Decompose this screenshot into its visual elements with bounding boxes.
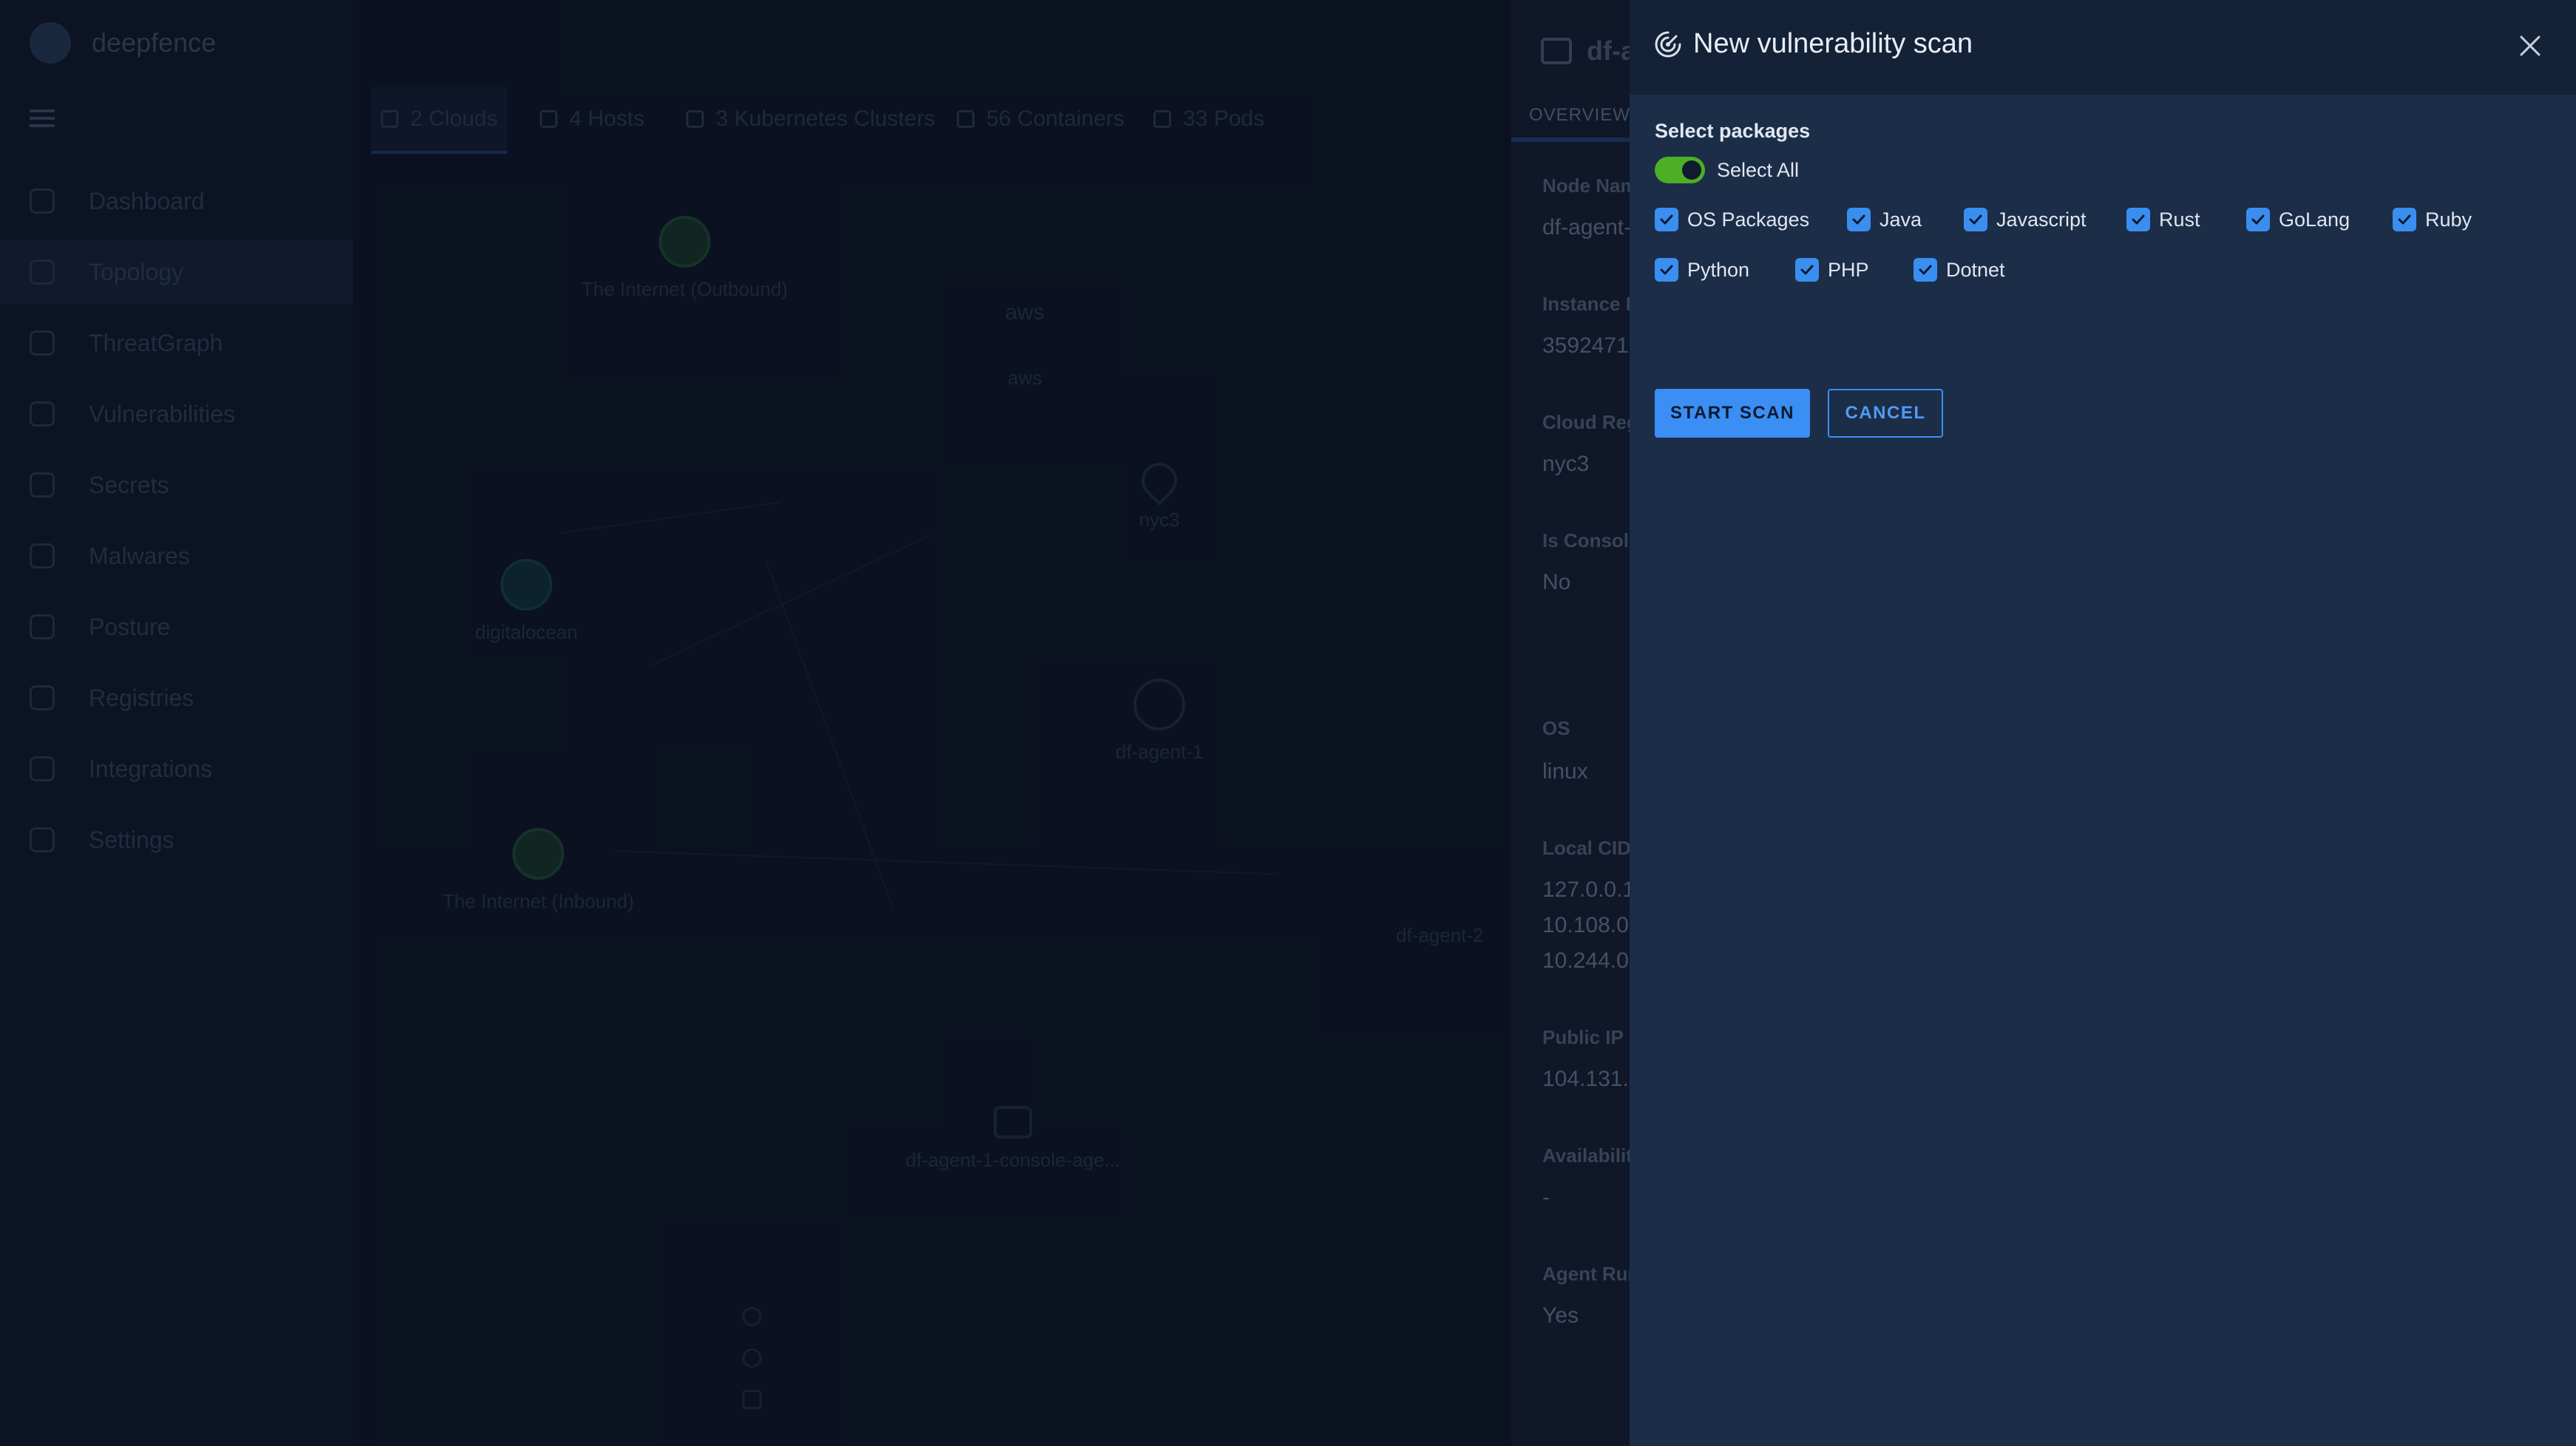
- checkmark-icon: [1655, 208, 1678, 231]
- checkbox-dotnet[interactable]: Dotnet: [1914, 257, 2005, 283]
- checkmark-icon: [1964, 208, 1987, 231]
- cancel-button[interactable]: CANCEL: [1828, 389, 1943, 438]
- checkbox-label: Javascript: [1996, 208, 2087, 231]
- select-all-toggle[interactable]: [1655, 157, 1705, 183]
- checkbox-label: Java: [1880, 208, 1922, 231]
- checkbox-label: Ruby: [2425, 208, 2472, 231]
- checkmark-icon: [1655, 258, 1678, 282]
- checkmark-icon: [1847, 208, 1871, 231]
- start-scan-button[interactable]: START SCAN: [1655, 389, 1810, 438]
- checkbox-php[interactable]: PHP: [1795, 257, 1869, 283]
- checkbox-label: Rust: [2159, 208, 2200, 231]
- checkbox-label: OS Packages: [1687, 208, 1810, 231]
- checkmark-icon: [2246, 208, 2270, 231]
- checkbox-javascript[interactable]: Javascript: [1964, 206, 2087, 233]
- checkbox-rust[interactable]: Rust: [2126, 206, 2200, 233]
- checkbox-os-packages[interactable]: OS Packages: [1655, 206, 1809, 233]
- checkmark-icon: [1914, 258, 1937, 282]
- drawer-header: New vulnerability scan: [1630, 0, 2576, 95]
- checkbox-ruby[interactable]: Ruby: [2393, 206, 2472, 233]
- drawer-title: New vulnerability scan: [1653, 28, 1973, 60]
- checkbox-label: GoLang: [2279, 208, 2350, 231]
- checkbox-java[interactable]: Java: [1847, 206, 1922, 233]
- checkbox-label: Dotnet: [1946, 258, 2005, 281]
- checkbox-label: Python: [1687, 258, 1750, 281]
- drawer-title-text: New vulnerability scan: [1693, 28, 1973, 59]
- select-all-label: Select All: [1717, 159, 1800, 181]
- modal-backdrop[interactable]: [0, 0, 1630, 1446]
- toggle-knob: [1682, 160, 1701, 180]
- close-icon[interactable]: [2514, 30, 2546, 62]
- checkmark-icon: [2126, 208, 2150, 231]
- select-packages-label: Select packages: [1655, 120, 1811, 142]
- vulnerability-scan-icon: [1655, 31, 1681, 57]
- checkmark-icon: [2393, 208, 2416, 231]
- new-vulnerability-scan-drawer: New vulnerability scan Select packages S…: [1630, 0, 2576, 1446]
- checkbox-label: PHP: [1828, 258, 1869, 281]
- checkbox-golang[interactable]: GoLang: [2246, 206, 2350, 233]
- checkmark-icon: [1795, 258, 1819, 282]
- checkbox-python[interactable]: Python: [1655, 257, 1749, 283]
